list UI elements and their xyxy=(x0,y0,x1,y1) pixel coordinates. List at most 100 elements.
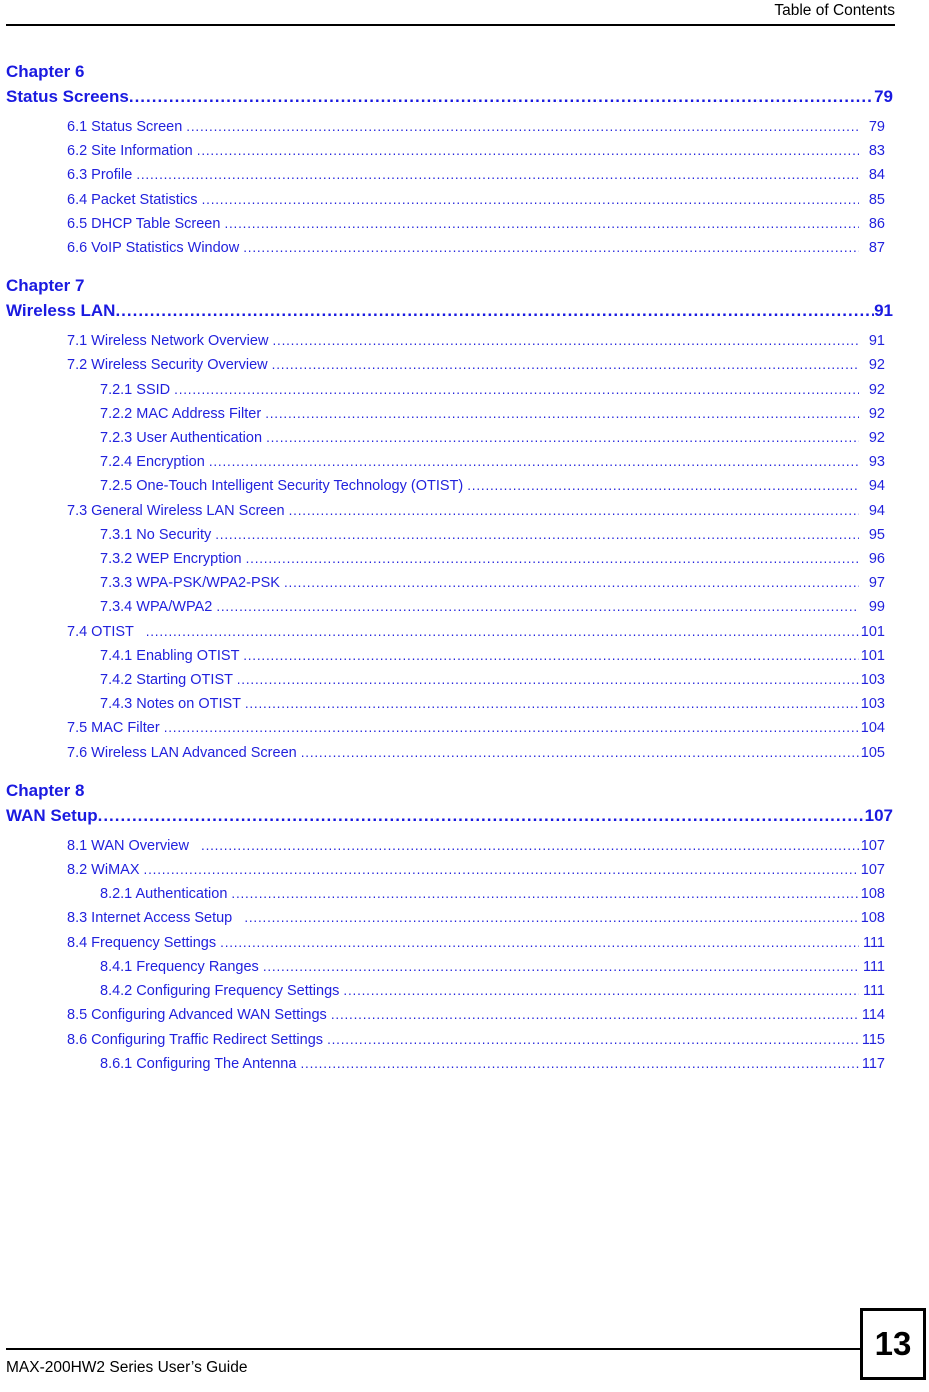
toc-entry-title: 7.2 Wireless Security Overview xyxy=(67,357,272,374)
toc-entry[interactable]: 7.3.4 WPA/WPA2 .........................… xyxy=(0,595,929,619)
toc-entry-page-number: 101 xyxy=(860,623,885,640)
toc-entry[interactable]: 7.2.2 MAC Address Filter ...............… xyxy=(0,402,929,426)
toc-entry[interactable]: 8.4.2 Configuring Frequency Settings ...… xyxy=(0,979,929,1003)
toc-entry-page-number: 117 xyxy=(861,1055,885,1072)
toc-entry-title: 6.2 Site Information xyxy=(67,143,197,160)
toc-entry[interactable]: 7.3 General Wireless LAN Screen ........… xyxy=(0,499,929,523)
toc-entry[interactable]: 7.4 OTIST ..............................… xyxy=(0,620,929,644)
dot-leader: ........................................… xyxy=(128,87,874,106)
dot-leader: ........................................… xyxy=(186,119,859,134)
toc-entry[interactable]: 6.3 Profile ............................… xyxy=(0,163,929,187)
toc-entry[interactable]: 6.1 Status Screen ......................… xyxy=(0,115,929,139)
toc-entry-page-number: 93 xyxy=(868,454,885,471)
toc-entry[interactable]: 7.1 Wireless Network Overview ..........… xyxy=(0,329,929,353)
toc-entry[interactable]: 8.2.1 Authentication ...................… xyxy=(0,882,929,906)
toc-entry[interactable]: 7.2 Wireless Security Overview .........… xyxy=(0,353,929,377)
toc-entry-title: 7.2.5 One-Touch Intelligent Security Tec… xyxy=(100,478,468,495)
dot-leader: ........................................… xyxy=(284,575,859,591)
toc-entry-title: 7.3.3 WPA-PSK/WPA2-PSK xyxy=(100,575,284,592)
toc-entry-title: 7.2.3 User Authentication xyxy=(100,430,267,447)
toc-entry[interactable]: 8.6 Configuring Traffic Redirect Setting… xyxy=(0,1028,929,1052)
toc-entry-title: 8.5 Configuring Advanced WAN Settings xyxy=(67,1007,331,1024)
chapter-page-number: 107 xyxy=(864,805,893,825)
toc-entry[interactable]: 7.3.1 No Security ......................… xyxy=(0,523,929,547)
toc-entry[interactable]: 7.2.3 User Authentication ..............… xyxy=(0,426,929,450)
dot-leader: ........................................… xyxy=(216,599,859,615)
toc-entry-title: 6.6 VoIP Statistics Window xyxy=(67,240,244,257)
toc-entry-page-number: 92 xyxy=(868,430,885,447)
page-header: Table of Contents xyxy=(6,0,895,28)
toc-entry-page-number: 92 xyxy=(868,357,885,374)
toc-entry[interactable]: 7.5 MAC Filter .........................… xyxy=(0,716,929,740)
toc-entry[interactable]: 7.3.2 WEP Encryption ...................… xyxy=(0,547,929,571)
chapter-title: Wireless LAN xyxy=(6,301,116,321)
toc-entry[interactable]: 8.2 WiMAX ..............................… xyxy=(0,858,929,882)
chapter-title: Status Screens xyxy=(6,87,129,106)
toc-entry-page-number: 97 xyxy=(868,575,885,592)
toc-entry-title: 7.4.1 Enabling OTIST xyxy=(100,647,244,664)
chapter-label: Chapter 6 xyxy=(6,62,85,81)
toc-entry-title: 7.4 OTIST xyxy=(67,623,146,640)
dot-leader: ........................................… xyxy=(97,805,865,825)
toc-entry[interactable]: 8.5 Configuring Advanced WAN Settings ..… xyxy=(0,1003,929,1027)
dot-leader: ........................................… xyxy=(327,1031,859,1047)
toc-entry[interactable]: 6.6 VoIP Statistics Window .............… xyxy=(0,236,929,260)
dot-leader: ........................................… xyxy=(288,502,859,518)
dot-leader: ........................................… xyxy=(330,1007,859,1023)
chapter-label: Chapter 8 xyxy=(6,780,85,800)
toc-entry[interactable]: 7.4.2 Starting OTIST ...................… xyxy=(0,668,929,692)
toc-entry-page-number: 107 xyxy=(860,862,885,879)
chapter-label: Chapter 7 xyxy=(6,276,85,296)
chapter-heading-link[interactable]: Status Screens..........................… xyxy=(0,84,929,109)
dot-leader: ........................................… xyxy=(245,551,859,567)
toc-entry-page-number: 111 xyxy=(862,958,885,975)
toc-entry-title: 7.2.1 SSID xyxy=(100,381,175,398)
dot-leader: ........................................… xyxy=(271,357,859,373)
toc-entry[interactable]: 7.2.4 Encryption .......................… xyxy=(0,450,929,474)
toc-entry[interactable]: 7.6 Wireless LAN Advanced Screen .......… xyxy=(0,741,929,765)
toc-entry[interactable]: 8.4.1 Frequency Ranges .................… xyxy=(0,955,929,979)
toc-entry[interactable]: 7.4.1 Enabling OTIST ...................… xyxy=(0,644,929,668)
toc-entry-title: 8.4.1 Frequency Ranges xyxy=(100,958,263,975)
toc-entry-title: 8.6.1 Configuring The Antenna xyxy=(100,1055,301,1072)
page-footer: MAX-200HW2 Series User’s Guide 13 xyxy=(0,1308,929,1392)
dot-leader: ........................................… xyxy=(208,454,859,470)
toc-entry-title: 7.3.2 WEP Encryption xyxy=(100,551,246,568)
table-of-contents: Chapter 6 Status Screens.................… xyxy=(0,60,929,1090)
toc-entry[interactable]: 7.2.5 One-Touch Intelligent Security Tec… xyxy=(0,474,929,498)
chapter-title: WAN Setup xyxy=(6,805,98,825)
toc-entry[interactable]: 7.2.1 SSID .............................… xyxy=(0,378,929,402)
toc-entry[interactable]: 7.4.3 Notes on OTIST ...................… xyxy=(0,692,929,716)
toc-entry-page-number: 83 xyxy=(868,143,885,160)
toc-entry[interactable]: 6.2 Site Information ...................… xyxy=(0,139,929,163)
page-number: 13 xyxy=(874,1325,912,1362)
dot-leader: ........................................… xyxy=(143,862,859,878)
toc-entry-page-number: 91 xyxy=(868,333,885,350)
toc-entry[interactable]: 6.5 DHCP Table Screen ..................… xyxy=(0,212,929,236)
toc-entry[interactable]: 6.4 Packet Statistics ..................… xyxy=(0,188,929,212)
dot-leader: ........................................… xyxy=(201,191,859,207)
chapter-block: Chapter 7 Wireless LAN...................… xyxy=(0,274,929,765)
toc-entry[interactable]: 8.3 Internet Access Setup ..............… xyxy=(0,906,929,930)
toc-entry[interactable]: 8.6.1 Configuring The Antenna ..........… xyxy=(0,1052,929,1076)
page-number-box: 13 xyxy=(860,1308,926,1380)
toc-entry-page-number: 95 xyxy=(868,526,885,543)
toc-entry[interactable]: 7.3.3 WPA-PSK/WPA2-PSK .................… xyxy=(0,571,929,595)
chapter-heading-link[interactable]: WAN Setup...............................… xyxy=(0,803,929,828)
dot-leader: ........................................… xyxy=(266,430,859,446)
toc-entry[interactable]: 8.1 WAN Overview .......................… xyxy=(0,834,929,858)
toc-entry-page-number: 107 xyxy=(860,837,885,854)
dot-leader: ........................................… xyxy=(272,333,859,349)
dot-leader: ........................................… xyxy=(243,647,859,663)
toc-entry[interactable]: 8.4 Frequency Settings .................… xyxy=(0,931,929,955)
toc-entry-page-number: 105 xyxy=(860,744,885,761)
chapter-heading-link[interactable]: Wireless LAN............................… xyxy=(0,298,929,323)
toc-entry-page-number: 108 xyxy=(860,886,885,903)
toc-entry-page-number: 103 xyxy=(860,696,885,713)
chapter-block: Chapter 8 WAN Setup......................… xyxy=(0,779,929,1076)
toc-entry-title: 7.3 General Wireless LAN Screen xyxy=(67,502,289,519)
toc-entry-page-number: 94 xyxy=(868,502,885,519)
toc-entry-page-number: 84 xyxy=(868,167,885,184)
toc-entry-page-number: 92 xyxy=(868,405,885,422)
dot-leader: ........................................… xyxy=(224,215,859,231)
